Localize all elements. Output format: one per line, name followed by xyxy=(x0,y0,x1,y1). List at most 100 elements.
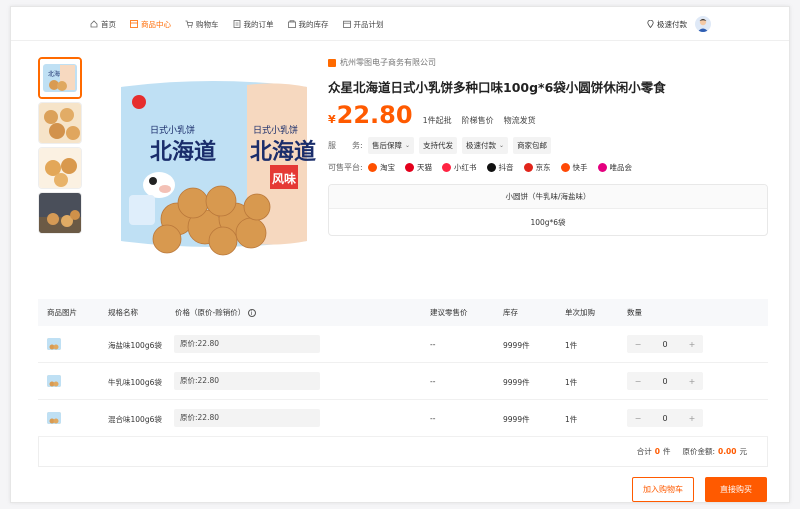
increment-button[interactable]: + xyxy=(681,414,703,423)
nav-item-plan[interactable]: 开品计划 xyxy=(342,19,384,30)
shipping-method: 物流发货 xyxy=(503,116,536,125)
platform-tmall: 天猫 xyxy=(405,162,432,173)
platform-name: 快手 xyxy=(572,163,588,172)
tier-price: 阶梯售价 xyxy=(461,116,494,125)
currency-symbol: ¥ xyxy=(328,113,336,126)
chevron-down-icon: ⌄ xyxy=(405,142,411,149)
nav-item-orders[interactable]: 我的订单 xyxy=(233,19,274,30)
spec-selector: 小圆饼（牛乳味/海盐味） 100g*6袋 xyxy=(328,184,768,236)
nav-item-products[interactable]: 商品中心 xyxy=(130,19,171,30)
info-icon[interactable]: i xyxy=(247,309,256,317)
platform-name: 唯品会 xyxy=(609,163,633,172)
col-header-spec: 规格名称 xyxy=(108,308,138,317)
price-row: ¥ 22.80 1件起批 阶梯售价 物流发货 xyxy=(328,101,546,129)
total-unit: 件 xyxy=(662,447,671,456)
quantity-value[interactable]: 0 xyxy=(649,377,681,386)
sku-name: 牛乳味100g6袋 xyxy=(108,378,162,387)
nav-label: 首页 xyxy=(101,19,116,29)
home-icon xyxy=(90,20,98,28)
nav-items: 首页 商品中心 购物车 我的订单 我的库存 开品计划 xyxy=(90,7,398,41)
avatar[interactable] xyxy=(695,16,711,32)
thumbnail-1[interactable]: 北海 xyxy=(38,57,82,99)
vip-icon xyxy=(597,163,607,172)
col-header-qty: 数量 xyxy=(627,308,642,317)
thumbnail-2[interactable] xyxy=(38,102,82,144)
quantity-stepper: −0 + xyxy=(627,409,703,427)
sku-per-add: 1件 xyxy=(565,341,578,350)
service-tag-after-sale[interactable]: 售后保障 ⌄ xyxy=(368,137,415,154)
chevron-down-icon: ⌄ xyxy=(499,142,505,149)
summary-content: 合计 0 件 原价金额: 0.00 元 xyxy=(637,446,747,457)
total-label: 合计 xyxy=(636,447,652,456)
spec-group-title: 小圆饼（牛乳味/海盐味） xyxy=(329,185,767,209)
sku-stock: 9999件 xyxy=(503,341,530,350)
amount-value: 0.00 xyxy=(717,447,737,456)
table-row: 海盐味100g6袋 原价:22.80 -- 9999件 1件 −0 + xyxy=(38,326,768,363)
svg-text:北海: 北海 xyxy=(48,70,60,78)
spec-option[interactable]: 100g*6袋 xyxy=(329,209,767,235)
shop-name[interactable]: 杭州零图电子商务有限公司 xyxy=(328,57,436,68)
platform-name: 抖音 xyxy=(498,163,514,172)
package-label-sub: 日式小乳饼 xyxy=(150,124,195,136)
stock-icon xyxy=(287,20,296,28)
platform-xiaohongshu: 小红书 xyxy=(442,162,477,173)
quantity-value[interactable]: 0 xyxy=(649,340,681,349)
nav-item-stock[interactable]: 我的库存 xyxy=(287,19,329,30)
kuaishou-icon xyxy=(560,163,570,172)
platform-label: 可售平台: xyxy=(328,163,363,172)
decrement-button[interactable]: − xyxy=(627,414,649,423)
service-tag-label: 售后保障 xyxy=(372,141,402,150)
product-title: 众星北海道日式小乳饼多种口味100g*6袋小圆饼休闲小零食 xyxy=(328,80,666,95)
nav-item-home[interactable]: 首页 xyxy=(90,19,116,30)
increment-button[interactable]: + xyxy=(681,377,703,386)
table-row: 混合味100g6袋 原价:22.80 -- 9999件 1件 −0 + xyxy=(38,400,768,437)
order-icon xyxy=(233,20,241,28)
amount-unit: 元 xyxy=(739,447,748,456)
service-tag-label: 支持代发 xyxy=(423,141,454,150)
order-summary: 合计 0 件 原价金额: 0.00 元 xyxy=(38,437,768,467)
sku-name: 混合味100g6袋 xyxy=(108,415,162,424)
platform-jd: 京东 xyxy=(523,162,551,173)
nav-item-cart[interactable]: 购物车 xyxy=(185,19,219,30)
add-to-cart-button[interactable]: 加入购物车 xyxy=(632,477,694,502)
platform-name: 天猫 xyxy=(417,163,432,172)
platform-douyin: 抖音 xyxy=(486,162,514,173)
increment-button[interactable]: + xyxy=(681,340,703,349)
nav-label: 开品计划 xyxy=(353,19,384,29)
total-count: 0 xyxy=(654,447,660,456)
thumbnail-4[interactable] xyxy=(38,192,82,234)
sku-retail: -- xyxy=(430,414,436,423)
quantity-stepper: −0 + xyxy=(627,372,703,390)
platform-name: 京东 xyxy=(535,163,551,172)
service-tag-dropship[interactable]: 支持代发 xyxy=(419,137,458,154)
nav-label: 购物车 xyxy=(196,19,219,29)
douyin-icon xyxy=(486,163,496,172)
col-header-price: 价格（原价-赊销价） i xyxy=(175,307,256,318)
fast-pay-label: 极速付款 xyxy=(657,20,687,29)
service-tag-fast-pay[interactable]: 极速付款 ⌄ xyxy=(462,137,509,154)
col-header-per: 单次加购 xyxy=(565,308,595,317)
nav-label: 我的库存 xyxy=(298,19,329,29)
decrement-button[interactable]: − xyxy=(627,377,649,386)
tmall-icon xyxy=(405,163,414,172)
thumbnail-list: 北海 xyxy=(38,57,82,237)
calendar-icon xyxy=(342,20,351,28)
service-tag-label: 极速付款 xyxy=(466,141,497,150)
quantity-stepper: −0 + xyxy=(627,335,703,353)
nav-label: 商品中心 xyxy=(141,19,171,29)
amount-label: 原价金额: xyxy=(682,447,715,456)
quantity-value[interactable]: 0 xyxy=(649,414,681,423)
sku-image xyxy=(47,412,61,424)
thumbnail-3[interactable] xyxy=(38,147,82,189)
top-nav: 首页 商品中心 购物车 我的订单 我的库存 开品计划 极速付款 xyxy=(11,7,789,41)
taobao-icon xyxy=(368,163,377,172)
min-order: 1件起批 xyxy=(422,116,452,125)
product-price: 22.80 xyxy=(336,101,413,129)
service-tag-free-shipping[interactable]: 商家包邮 xyxy=(513,137,552,154)
table-row: 牛乳味100g6袋 原价:22.80 -- 9999件 1件 −0 + xyxy=(38,363,768,400)
decrement-button[interactable]: − xyxy=(627,340,649,349)
grid-icon xyxy=(130,20,138,28)
buy-now-button[interactable]: 直接购买 xyxy=(705,477,767,502)
fast-pay-link[interactable]: 极速付款 xyxy=(647,19,687,30)
sku-per-add: 1件 xyxy=(565,415,578,424)
